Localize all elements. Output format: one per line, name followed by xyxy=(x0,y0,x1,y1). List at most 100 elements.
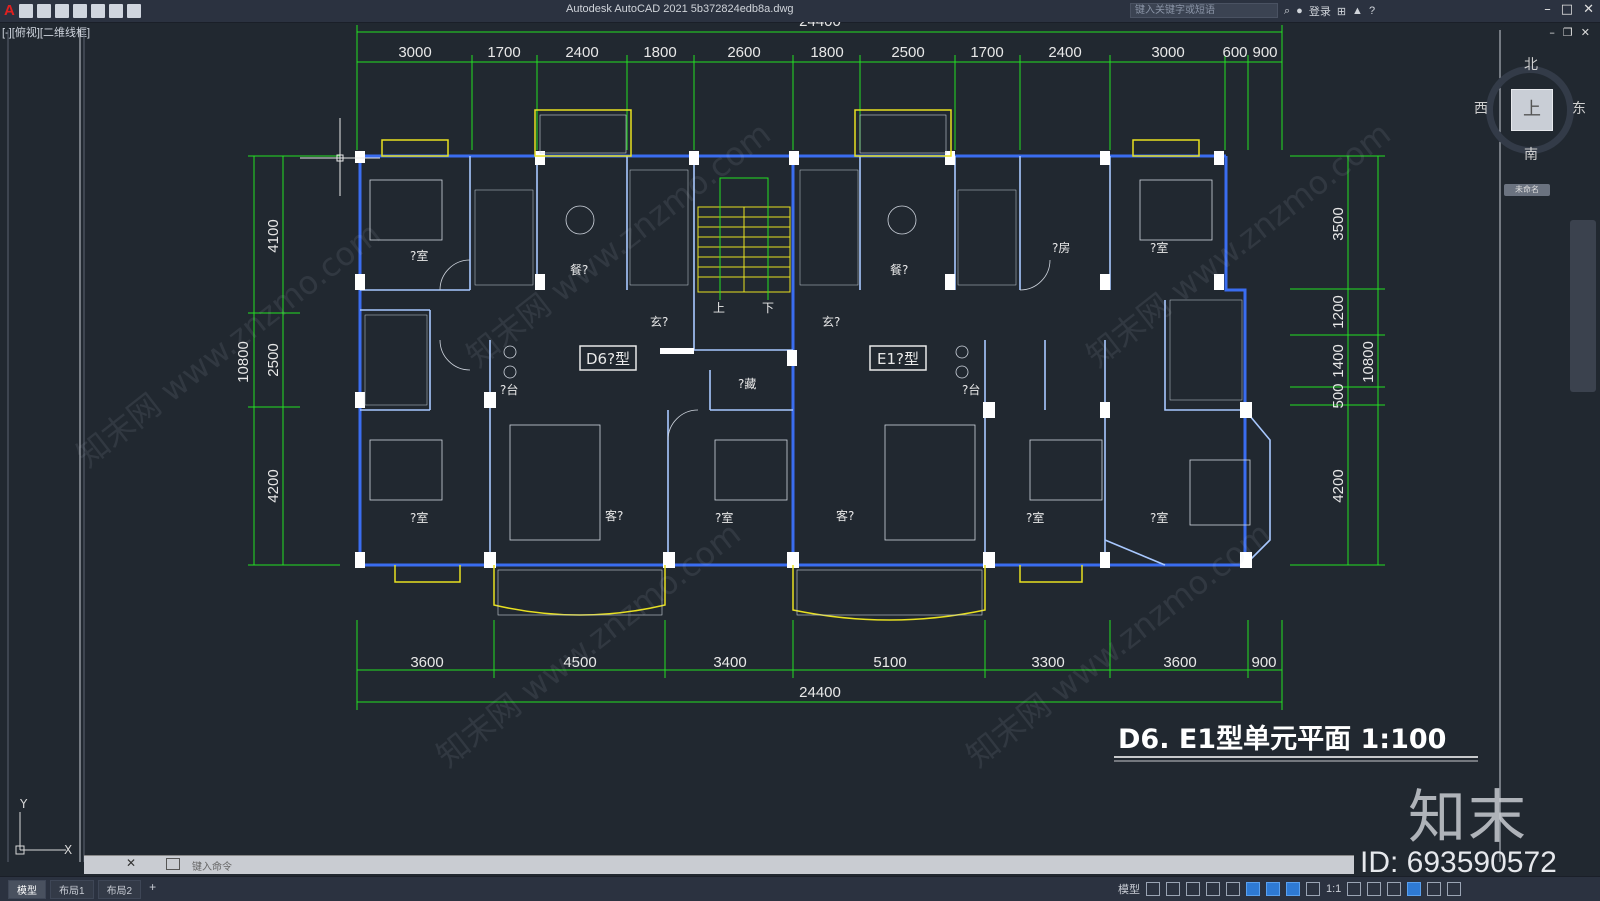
login-link[interactable]: 登录 xyxy=(1309,3,1331,19)
svg-text:3600: 3600 xyxy=(1163,654,1196,671)
gear-icon[interactable] xyxy=(1347,882,1362,896)
snap-icon[interactable] xyxy=(1166,882,1180,896)
svg-text:?室: ?室 xyxy=(410,510,428,525)
dim-bottom-total: 24400 xyxy=(799,684,841,701)
svg-text:?藏: ?藏 xyxy=(738,377,756,391)
model-space-button[interactable]: 模型 xyxy=(1118,881,1140,897)
tab-layout2[interactable]: 布局2 xyxy=(97,880,142,899)
svg-text:4200: 4200 xyxy=(1330,469,1347,502)
svg-text:?台: ?台 xyxy=(962,382,980,397)
auto-scale-icon[interactable] xyxy=(1306,882,1320,896)
cart-icon[interactable]: ⊞ xyxy=(1337,5,1346,18)
titlebar-right-tools: ⌕ ● 登录 ⊞ ▲ ? xyxy=(1284,3,1375,19)
viewcube-top-face[interactable]: 上 xyxy=(1511,89,1553,131)
svg-text:5100: 5100 xyxy=(873,654,906,671)
dim-top-total: 24400 xyxy=(799,22,841,30)
minimize-icon[interactable]: – xyxy=(1544,2,1551,17)
a360-icon[interactable]: ▲ xyxy=(1352,5,1363,17)
command-input[interactable]: 键入命令 xyxy=(192,858,232,873)
search-icon[interactable]: ⌕ xyxy=(1284,5,1290,18)
tab-model[interactable]: 模型 xyxy=(8,880,46,899)
svg-text:餐?: 餐? xyxy=(890,262,908,277)
viewcube[interactable]: 北 南 西 东 上 xyxy=(1474,54,1588,166)
command-icon[interactable] xyxy=(166,858,180,870)
ortho-icon[interactable] xyxy=(1186,882,1200,896)
room-labels: ?室 餐? 玄? ?台 ?藏 ?室 客? ?室 上 下 玄? 餐? ?房 ?室 … xyxy=(410,240,1168,525)
clean-screen-icon[interactable] xyxy=(1427,882,1442,896)
redo-icon[interactable] xyxy=(126,3,141,18)
stairs xyxy=(697,206,791,293)
svg-text:?室: ?室 xyxy=(1150,510,1168,525)
close-icon[interactable]: ✕ xyxy=(1583,2,1594,17)
svg-text:客?: 客? xyxy=(836,508,854,523)
annotation-scale[interactable]: 1:1 xyxy=(1326,883,1341,895)
save-icon[interactable] xyxy=(54,3,69,18)
quick-access-toolbar: A xyxy=(4,2,141,19)
svg-text:?房: ?房 xyxy=(1052,240,1070,255)
svg-text:?室: ?室 xyxy=(410,248,428,263)
svg-text:3400: 3400 xyxy=(713,654,746,671)
save-as-icon[interactable] xyxy=(72,3,87,18)
svg-text:600: 600 xyxy=(1222,44,1247,61)
compass-south[interactable]: 南 xyxy=(1524,144,1538,164)
tab-layout1[interactable]: 布局1 xyxy=(50,880,94,899)
help-icon[interactable]: ? xyxy=(1369,5,1375,17)
compass-east[interactable]: 东 xyxy=(1572,98,1586,118)
ucs-y-label: Y xyxy=(19,797,28,811)
svg-text:3000: 3000 xyxy=(398,44,431,61)
compass-west[interactable]: 西 xyxy=(1474,98,1488,118)
svg-text:2500: 2500 xyxy=(891,44,924,61)
plot-icon[interactable] xyxy=(90,3,105,18)
otrack-icon[interactable] xyxy=(1266,882,1280,896)
svg-text:客?: 客? xyxy=(605,508,623,523)
user-icon[interactable]: ● xyxy=(1296,5,1303,17)
maximize-icon[interactable]: □ xyxy=(1561,2,1573,17)
svg-text:?室: ?室 xyxy=(1150,240,1168,255)
svg-text:1200: 1200 xyxy=(1330,295,1347,328)
layout-tabs: 模型 布局1 布局2 + xyxy=(8,880,160,899)
search-input[interactable]: 键入关键字或短语 xyxy=(1130,3,1278,18)
plus-icon[interactable] xyxy=(1367,882,1382,896)
undo-icon[interactable] xyxy=(108,3,123,18)
new-file-icon[interactable] xyxy=(18,3,33,18)
svg-text:2600: 2600 xyxy=(727,44,760,61)
compass-north[interactable]: 北 xyxy=(1524,54,1538,74)
svg-text:?室: ?室 xyxy=(1026,510,1044,525)
svg-text:3600: 3600 xyxy=(410,654,443,671)
svg-text:2400: 2400 xyxy=(565,44,598,61)
polar-icon[interactable] xyxy=(1206,882,1220,896)
wcs-menu[interactable]: 未命名 xyxy=(1504,184,1550,196)
drawing-title: D6. E1型单元平面 1:100 xyxy=(1118,724,1446,755)
open-file-icon[interactable] xyxy=(36,3,51,18)
title-bar: A Autodesk AutoCAD 2021 5b372824edb8a.dw… xyxy=(0,0,1600,23)
svg-text:3000: 3000 xyxy=(1151,44,1184,61)
watermark-id: ID: 693590572 xyxy=(1360,846,1557,879)
ucs-icon xyxy=(15,812,66,855)
svg-text:900: 900 xyxy=(1252,44,1277,61)
svg-text:10800: 10800 xyxy=(1360,341,1377,383)
svg-text:?台: ?台 xyxy=(500,382,518,397)
isodraft-icon[interactable] xyxy=(1226,882,1240,896)
svg-text:玄?: 玄? xyxy=(650,314,668,329)
svg-text:1700: 1700 xyxy=(970,44,1003,61)
svg-text:1800: 1800 xyxy=(643,44,676,61)
grid-icon[interactable] xyxy=(1146,882,1160,896)
dimension-lines xyxy=(248,31,1385,703)
navigation-bar[interactable] xyxy=(1570,220,1596,392)
app-title: Autodesk AutoCAD 2021 5b372824edb8a.dwg xyxy=(566,3,794,15)
customize-menu-icon[interactable] xyxy=(1447,882,1462,896)
svg-text:1800: 1800 xyxy=(810,44,843,61)
svg-text:玄?: 玄? xyxy=(822,314,840,329)
annotation-visibility-icon[interactable] xyxy=(1286,882,1300,896)
svg-text:4100: 4100 xyxy=(265,219,282,252)
hardware-accel-icon[interactable] xyxy=(1407,882,1422,896)
unit-label-d6: D6?型 xyxy=(586,350,630,368)
svg-text:500: 500 xyxy=(1330,383,1347,408)
autocad-logo-icon[interactable]: A xyxy=(4,2,15,19)
osnap-icon[interactable] xyxy=(1246,882,1260,896)
add-layout-button[interactable]: + xyxy=(145,880,160,899)
isolate-objects-icon[interactable] xyxy=(1387,882,1402,896)
svg-text:900: 900 xyxy=(1251,654,1276,671)
close-icon[interactable]: ✕ xyxy=(126,856,136,870)
unit-label-e1: E1?型 xyxy=(877,350,919,368)
